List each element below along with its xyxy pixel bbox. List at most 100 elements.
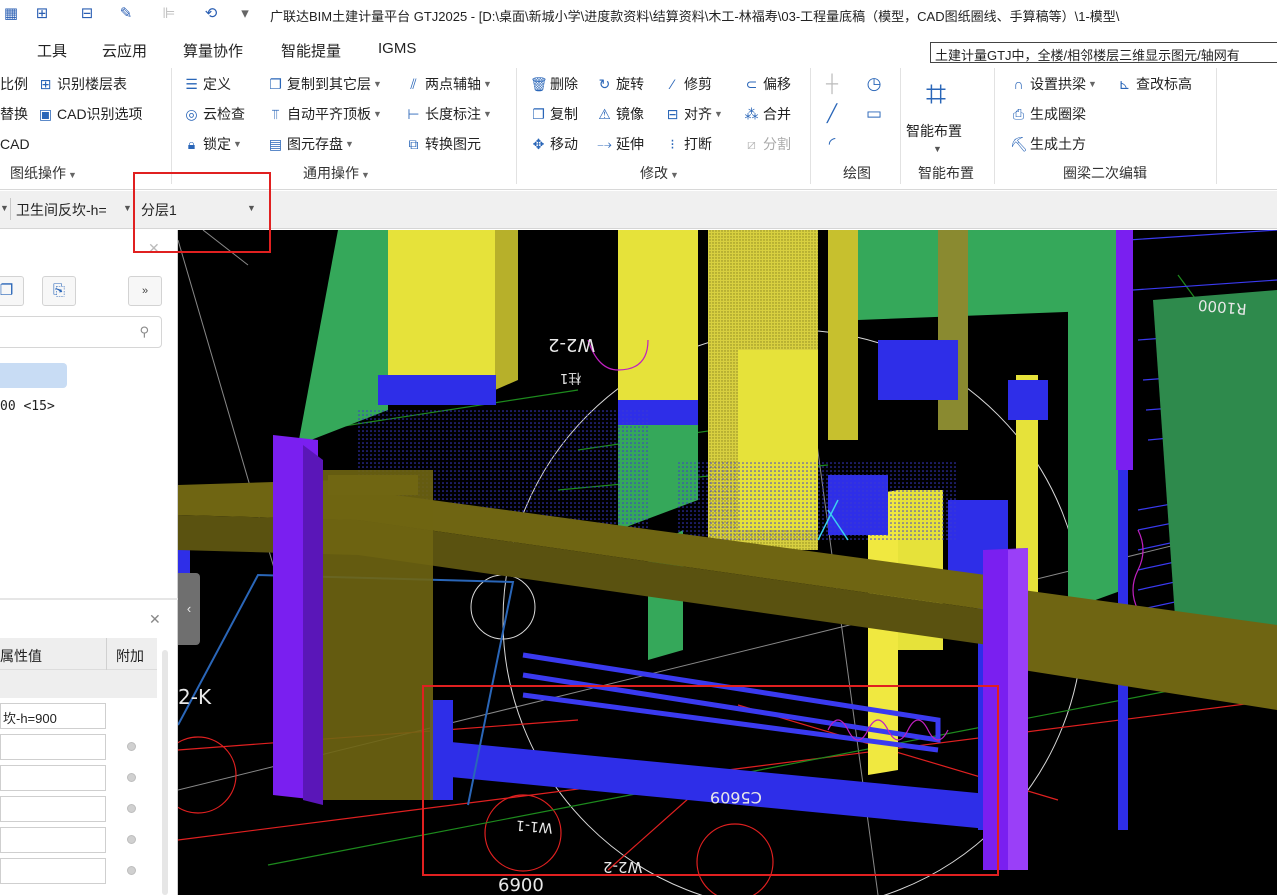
convert-element-button[interactable]: ⧉ 转换图元 (405, 133, 482, 155)
element-storage-button[interactable]: ▤ 图元存盘 ▼ (267, 133, 354, 155)
copy-to-layer-button[interactable]: ❐ 复制到其它层 ▼ (267, 73, 382, 95)
attach-checkbox[interactable] (127, 835, 136, 844)
arc-icon[interactable]: ◜ (822, 134, 842, 154)
property-field[interactable] (0, 858, 106, 884)
mirror-button[interactable]: ⚠︎ 镜像 (596, 103, 644, 125)
group-modify[interactable]: 修改 ▼ (640, 163, 679, 183)
label-6900: 6900 (498, 875, 544, 895)
menu-collab[interactable]: 算量协作 (183, 40, 243, 61)
help-search-input[interactable]: 土建计量GTJ中，全楼/相邻楼层三维显示图元/轴网有 (930, 42, 1277, 63)
property-field[interactable] (0, 765, 106, 791)
align-button[interactable]: ⊟ 对齐 ▼ (664, 103, 723, 125)
customize-icon[interactable]: ▾ (236, 5, 254, 23)
align-slab-icon: ⫪ (271, 105, 280, 122)
cad-options-button[interactable]: ▣ CAD识别选项 (37, 103, 143, 125)
attach-checkbox[interactable] (127, 804, 136, 813)
rotate-button[interactable]: ↻ 旋转 (596, 73, 644, 95)
ribbon-separator (810, 68, 811, 184)
close-icon[interactable]: ✕ (149, 611, 161, 628)
line-icon[interactable]: ╱ (822, 104, 842, 124)
delete-button[interactable]: 🗑︎ 删除 (530, 73, 578, 95)
trim-button[interactable]: ⁄ 修剪 (664, 73, 712, 95)
scale-button[interactable]: 比例 (0, 73, 28, 95)
convert-icon: ⧉ (408, 135, 419, 152)
split-button[interactable]: ⧄ 分割 (743, 133, 791, 155)
menu-tools[interactable]: 工具 (37, 40, 67, 61)
more-button[interactable]: » (128, 276, 162, 306)
cloud-check-button[interactable]: ◎ 云检查 (183, 103, 245, 125)
collapse-panel-button[interactable]: ‹ (178, 573, 200, 645)
grid-icon[interactable]: ⊟ (78, 5, 96, 23)
generate-earthwork-label: 生成土方 (1030, 136, 1086, 152)
merge-button[interactable]: ⁂ 合并 (743, 103, 792, 125)
close-icon[interactable]: ✕ (148, 240, 160, 257)
storage-icon: ▤ (268, 135, 283, 152)
title-bar: ▦ ⊞ ⊟ ✎ ⊫ ⟲ ▾ 广联达BIM土建计量平台 GTJ2025 - [D:… (0, 0, 1277, 28)
copy-component-button[interactable]: ❐ (0, 276, 24, 306)
3d-viewport[interactable]: W2-2 柱1 R1000 2-K C5609 W2-2 W1-1 6900 (178, 230, 1277, 895)
extend-button[interactable]: ⤍ 延伸 (596, 133, 644, 155)
chevron-down-icon[interactable]: ▼ (933, 144, 942, 154)
point-icon[interactable]: ┼ (822, 74, 842, 94)
pen-icon[interactable]: ✎ (117, 5, 135, 23)
align-icon: ⊟ (666, 105, 679, 122)
layer-select[interactable]: 分层1 (141, 200, 177, 220)
save-component-button[interactable]: ⎘ (42, 276, 76, 306)
column-divider (106, 638, 107, 670)
component-select[interactable]: 卫生间反坎-h= (16, 200, 107, 220)
move-button[interactable]: ✥ 移动 (530, 133, 578, 155)
copy-button[interactable]: ❐ 复制 (530, 103, 578, 125)
replace-button[interactable]: 替换 (0, 103, 28, 125)
menu-smart-quantity[interactable]: 智能提量 (281, 40, 341, 61)
attach-checkbox[interactable] (127, 773, 136, 782)
length-dimension-button[interactable]: ⊢ 长度标注 ▼ (405, 103, 492, 125)
layout-icon[interactable]: ⊫ (160, 5, 178, 23)
smart-layout-button[interactable]: 智能布置 (906, 120, 962, 142)
chevron-down-icon[interactable]: ▼ (0, 203, 9, 213)
undo-icon[interactable]: ⟲ (202, 5, 220, 23)
scrollbar[interactable] (162, 650, 168, 895)
rectangle-icon[interactable]: ▭ (864, 104, 884, 124)
menu-edge (0, 42, 4, 58)
offset-button[interactable]: ⊂ 偏移 (743, 73, 791, 95)
menu-cloud[interactable]: 云应用 (102, 40, 147, 61)
group-draw: 绘图 (843, 165, 871, 181)
copy-layer-icon: ❐ (269, 75, 282, 92)
chevron-down-icon[interactable]: ▼ (123, 203, 132, 213)
property-field[interactable] (0, 796, 106, 822)
offset-icon: ⊂ (745, 75, 758, 92)
group-general-ops[interactable]: 通用操作 ▼ (303, 163, 370, 183)
set-arch-beam-button[interactable]: ∩ 设置拱梁 ▼ (1010, 73, 1096, 95)
generate-earthwork-button[interactable]: ⛏︎ 生成土方 (1010, 133, 1086, 155)
check-elevation-button[interactable]: ⊾ 查改标高 (1116, 73, 1192, 95)
selected-list-item[interactable] (0, 363, 67, 388)
break-button[interactable]: ⁝ 打断 (664, 133, 712, 155)
group-general-ops-label: 通用操作 (303, 165, 359, 181)
chevron-down-icon[interactable]: ▼ (247, 203, 256, 213)
lock-button[interactable]: 🔒︎ 锁定 ▼ (183, 133, 242, 155)
property-name-field[interactable]: 坎-h=900 (0, 703, 106, 729)
search-icon: ⚲ (139, 324, 149, 339)
attach-checkbox[interactable] (127, 866, 136, 875)
circle-icon[interactable]: ◷ (864, 74, 884, 94)
define-button[interactable]: ☰ 定义 (183, 73, 231, 95)
cad-button[interactable]: CAD (0, 133, 30, 155)
table-icon[interactable]: ⊞ (33, 5, 51, 23)
chevron-down-icon: ▼ (483, 79, 492, 89)
property-field[interactable] (0, 827, 106, 853)
identify-floor-table-label: 识别楼层表 (57, 76, 127, 92)
component-search-input[interactable]: ⚲ (0, 316, 162, 348)
attach-checkbox[interactable] (127, 742, 136, 751)
two-point-axis-button[interactable]: ⫽ 两点辅轴 ▼ (405, 73, 492, 95)
generate-ring-beam-button[interactable]: ⎙ 生成圈梁 (1010, 103, 1086, 125)
property-field[interactable] (0, 734, 106, 760)
smart-layout-icon[interactable]: ⌗ (912, 72, 960, 120)
list-item[interactable]: 00 <15> (0, 399, 55, 414)
quick-access-icon[interactable]: ▦ (2, 5, 20, 23)
auto-align-slab-button[interactable]: ⫪ 自动平齐顶板 ▼ (267, 103, 382, 125)
menu-igms[interactable]: IGMS (378, 40, 416, 57)
trash-icon: 🗑︎ (530, 75, 548, 92)
group-drawing-ops[interactable]: 图纸操作 ▼ (10, 163, 77, 183)
identify-floor-table-button[interactable]: ⊞ 识别楼层表 (37, 73, 127, 95)
define-icon: ☰ (185, 75, 198, 92)
